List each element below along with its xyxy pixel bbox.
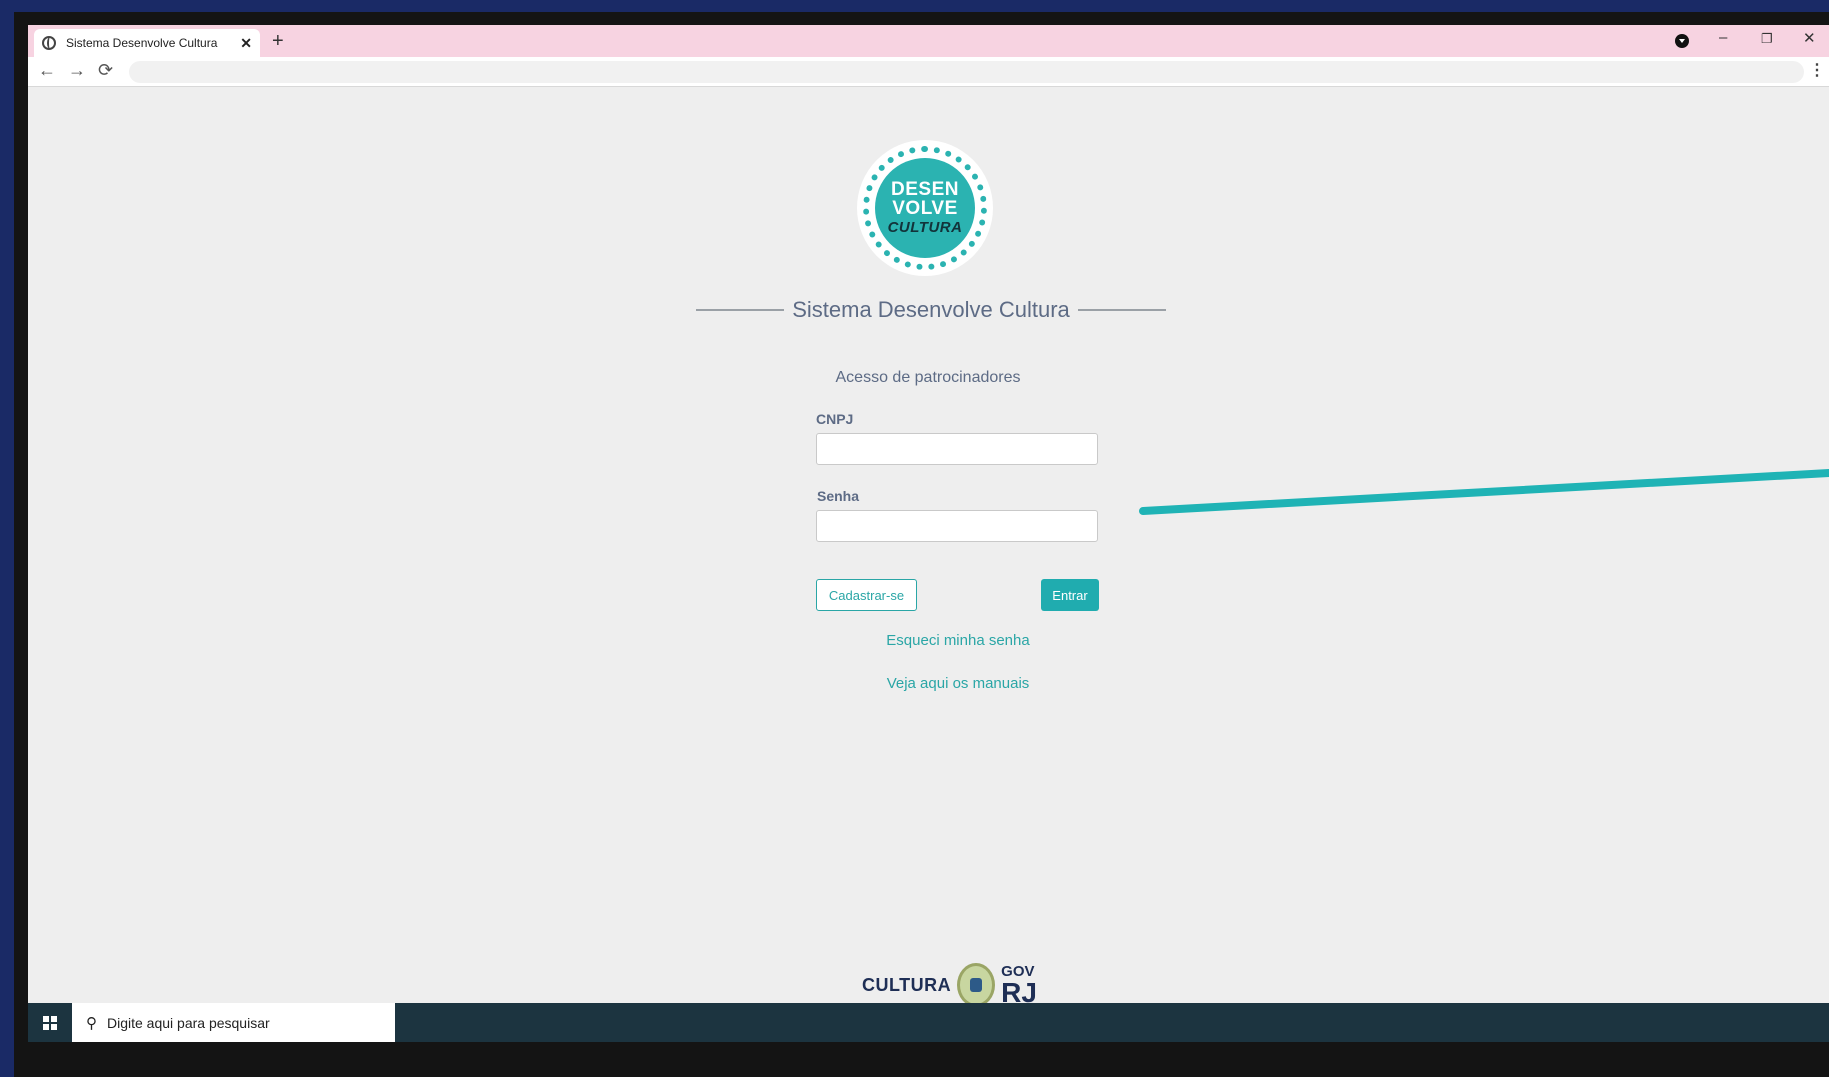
- address-bar[interactable]: [129, 61, 1804, 83]
- close-window-button[interactable]: ✕: [1803, 29, 1816, 47]
- login-button[interactable]: Entrar: [1041, 579, 1099, 611]
- title-divider-right: [1077, 309, 1166, 311]
- menu-icon[interactable]: ⋮: [1809, 60, 1825, 80]
- tab-title: Sistema Desenvolve Cultura: [66, 36, 218, 50]
- taskbar-search-box[interactable]: ⚲ Digite aqui para pesquisar: [72, 1003, 395, 1042]
- monitor-bezel-top: [0, 0, 1829, 12]
- cnpj-input[interactable]: [816, 433, 1098, 465]
- footer-cultura-text: CULTURA: [862, 974, 952, 995]
- logo-emblem: DESEN VOLVE CULTURA: [875, 158, 975, 258]
- title-divider-left: [696, 309, 785, 311]
- register-button[interactable]: Cadastrar-se: [816, 579, 917, 611]
- globe-icon: [42, 36, 56, 50]
- footer-logos: CULTURA GOV RJ: [862, 961, 1037, 1009]
- browser-window: Sistema Desenvolve Cultura ✕ + – ❐ ✕ ← →…: [28, 25, 1829, 1042]
- tab-close-icon[interactable]: ✕: [240, 35, 252, 52]
- profile-icon[interactable]: [1675, 34, 1689, 48]
- cnpj-label: CNPJ: [816, 411, 854, 427]
- windows-logo-icon: [43, 1015, 57, 1030]
- browser-toolbar: ← → ⟳ ⋮: [28, 57, 1829, 87]
- forgot-password-link[interactable]: Esqueci minha senha: [758, 632, 1158, 649]
- logo-text-line-2: VOLVE: [892, 197, 958, 219]
- gov-rj-logo: GOV RJ: [1001, 964, 1037, 1007]
- logo-text-line-1: DESEN: [891, 178, 959, 200]
- senha-input[interactable]: [816, 510, 1098, 542]
- search-icon: ⚲: [86, 1014, 97, 1032]
- minimize-button[interactable]: –: [1719, 29, 1727, 46]
- page-title: Sistema Desenvolve Cultura: [792, 297, 1070, 322]
- tab-strip: Sistema Desenvolve Cultura ✕ + – ❐ ✕: [28, 25, 1829, 57]
- start-button[interactable]: [28, 1003, 72, 1042]
- taskbar-search-placeholder: Digite aqui para pesquisar: [107, 1014, 270, 1031]
- restore-button[interactable]: ❐: [1761, 31, 1773, 47]
- senha-label: Senha: [817, 488, 860, 504]
- page-title-row: Sistema Desenvolve Cultura: [696, 293, 1166, 327]
- tab-sistema-desenvolve-cultura[interactable]: Sistema Desenvolve Cultura ✕: [34, 29, 260, 57]
- new-tab-button[interactable]: +: [272, 30, 284, 53]
- page-subtitle: Acesso de patrocinadores: [835, 369, 1021, 386]
- rj-coat-of-arms-icon: [957, 963, 996, 1007]
- monitor-bezel-left: [0, 0, 14, 1077]
- reload-icon[interactable]: ⟳: [98, 60, 113, 81]
- manuals-link[interactable]: Veja aqui os manuais: [758, 675, 1158, 692]
- forward-arrow-icon[interactable]: →: [68, 60, 86, 81]
- windows-taskbar: ⚲ Digite aqui para pesquisar: [28, 1003, 1829, 1042]
- desenvolve-cultura-logo: DESEN VOLVE CULTURA: [857, 140, 993, 276]
- back-arrow-icon[interactable]: ←: [38, 60, 56, 81]
- logo-text-line-3: CULTURA: [887, 218, 963, 236]
